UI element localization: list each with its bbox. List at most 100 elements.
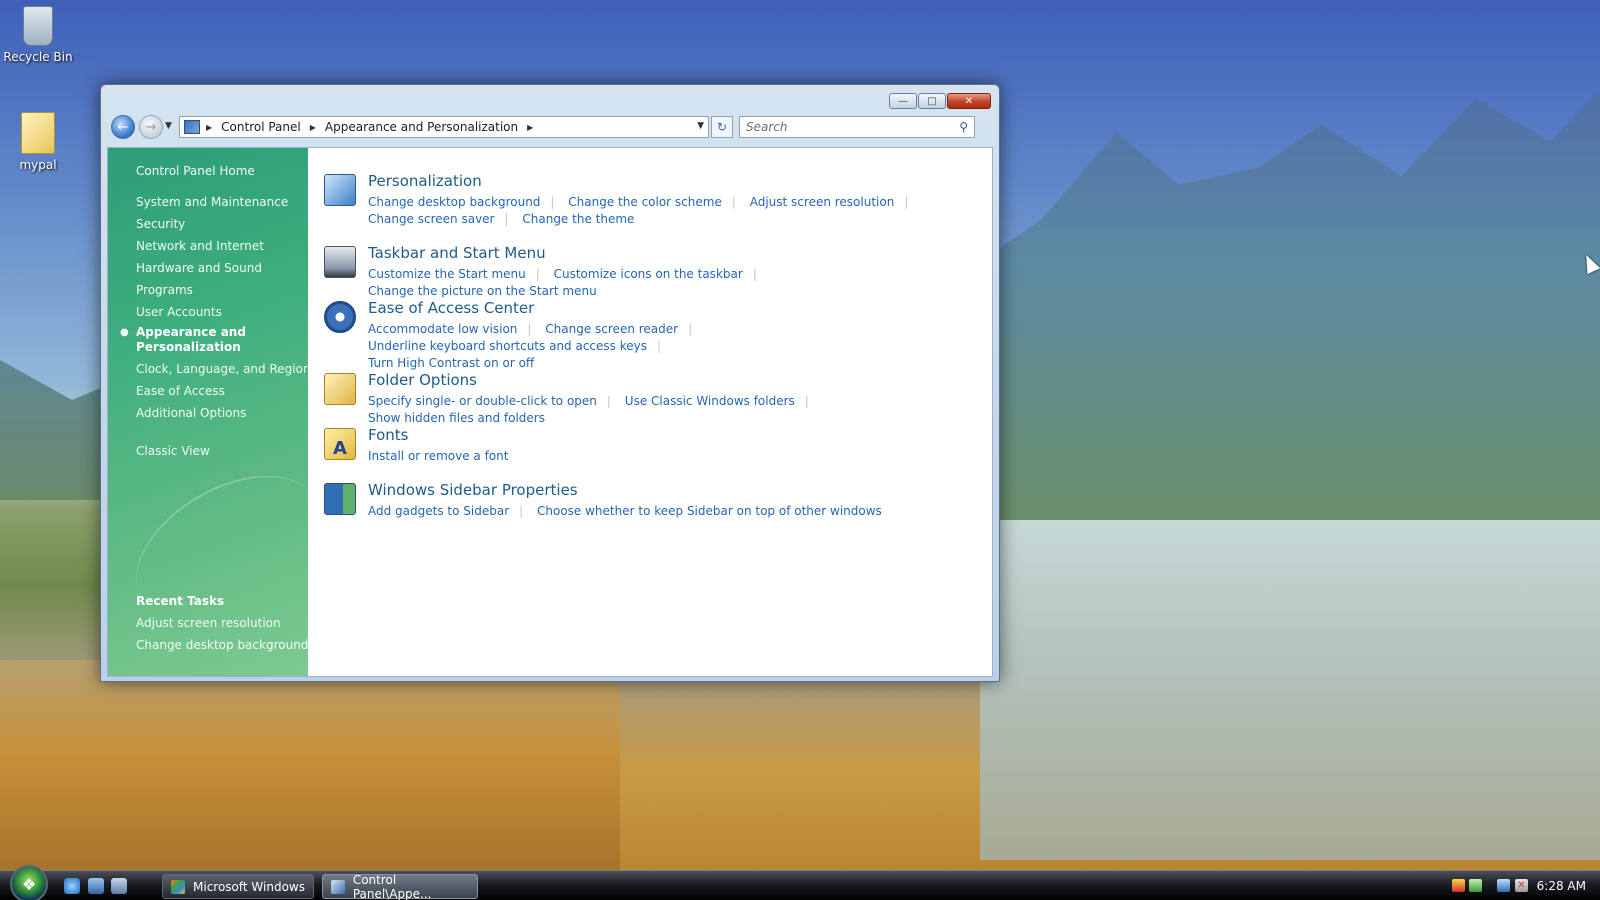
- category-title[interactable]: Windows Sidebar Properties: [368, 481, 578, 499]
- ease-of-access-icon[interactable]: [324, 301, 356, 333]
- search-icon[interactable]: ⚲: [959, 120, 968, 134]
- task-link[interactable]: Show hidden files and folders: [368, 411, 545, 425]
- close-button[interactable]: ✕: [947, 93, 991, 109]
- back-button[interactable]: ←: [111, 115, 135, 139]
- task-link[interactable]: Adjust screen resolution: [750, 195, 895, 209]
- task-link[interactable]: Use Classic Windows folders: [625, 394, 795, 408]
- search-input[interactable]: Search ⚲: [739, 116, 975, 138]
- control-panel-home-link[interactable]: Control Panel Home: [136, 164, 255, 178]
- show-desktop-icon[interactable]: [88, 878, 104, 894]
- maximize-button[interactable]: □: [918, 93, 946, 109]
- breadcrumb-control-panel[interactable]: Control Panel: [221, 120, 301, 134]
- recent-task-link[interactable]: Change desktop background: [136, 638, 308, 652]
- link-separator: |: [656, 339, 662, 353]
- task-link[interactable]: Underline keyboard shortcuts and access …: [368, 339, 647, 353]
- breadcrumb-separator-icon[interactable]: ▶: [527, 123, 533, 132]
- link-separator: |: [535, 267, 540, 281]
- sidebar-item-ease-of-access[interactable]: Ease of Access: [136, 384, 225, 398]
- sidebar-item-appearance[interactable]: Appearance and Personalization: [136, 325, 296, 355]
- current-item-bullet-icon: ●: [120, 327, 129, 338]
- task-link[interactable]: Add gadgets to Sidebar: [368, 504, 509, 518]
- folder-icon: [21, 112, 55, 154]
- category-links: Specify single- or double-click to open |…: [368, 393, 948, 427]
- security-shield-icon[interactable]: [1452, 879, 1465, 892]
- task-link[interactable]: Choose whether to keep Sidebar on top of…: [537, 504, 882, 518]
- mypal-desktop-icon[interactable]: mypal: [0, 110, 76, 172]
- control-panel-icon: [331, 879, 345, 894]
- recent-pages-dropdown[interactable]: ▼: [165, 121, 172, 131]
- address-dropdown-icon[interactable]: ▼: [697, 121, 704, 131]
- link-separator: |: [550, 195, 555, 209]
- start-button[interactable]: ❖: [10, 865, 48, 900]
- forward-button[interactable]: →: [139, 115, 163, 139]
- update-icon[interactable]: [1469, 879, 1482, 892]
- sidebar-properties-icon[interactable]: [324, 483, 356, 515]
- system-clock[interactable]: 6:28 AM: [1537, 879, 1586, 893]
- category-title[interactable]: Fonts: [368, 426, 408, 444]
- link-separator: |: [688, 322, 693, 336]
- category-title[interactable]: Personalization: [368, 172, 482, 190]
- taskbar-button-label: Microsoft Windows: [193, 879, 305, 894]
- task-link[interactable]: Change desktop background: [368, 195, 540, 209]
- sidebar-item-security[interactable]: Security: [136, 217, 185, 231]
- background-river: [980, 520, 1600, 860]
- classic-view-link[interactable]: Classic View: [136, 444, 210, 458]
- task-link[interactable]: Accommodate low vision: [368, 322, 517, 336]
- breadcrumb-appearance[interactable]: Appearance and Personalization: [325, 120, 518, 134]
- task-link[interactable]: Change the picture on the Start menu: [368, 284, 597, 298]
- sidebar-item-clock-language[interactable]: Clock, Language, and Region: [136, 362, 311, 376]
- link-separator: |: [527, 322, 532, 336]
- breadcrumb-separator-icon[interactable]: ▶: [310, 123, 316, 132]
- volume-muted-icon[interactable]: ✕: [1515, 879, 1528, 892]
- refresh-button[interactable]: ↻: [711, 116, 733, 138]
- control-panel-window: — □ ✕ ← → ▼ ▶ Control Panel ▶ Appearance…: [100, 84, 1000, 682]
- taskbar-icon[interactable]: [324, 246, 356, 278]
- taskbar-button-control-panel[interactable]: Control Panel\Appe...: [322, 873, 478, 900]
- recent-tasks-heading: Recent Tasks: [136, 594, 225, 608]
- switch-windows-icon[interactable]: [111, 878, 127, 894]
- recycle-bin-icon: [23, 6, 53, 46]
- task-link[interactable]: Customize icons on the taskbar: [554, 267, 743, 281]
- sidebar-item-programs[interactable]: Programs: [136, 283, 193, 297]
- sidebar-item-system-maintenance[interactable]: System and Maintenance: [136, 195, 288, 209]
- task-link[interactable]: Change screen reader: [545, 322, 678, 336]
- task-pane: Control Panel Home System and Maintenanc…: [108, 148, 345, 676]
- link-separator: |: [904, 195, 909, 209]
- folder-options-icon[interactable]: [324, 373, 356, 405]
- network-icon[interactable]: [1497, 879, 1510, 892]
- link-separator: |: [804, 394, 809, 408]
- task-link[interactable]: Change the color scheme: [568, 195, 722, 209]
- category-title[interactable]: Ease of Access Center: [368, 299, 534, 317]
- desktop-icon-label: mypal: [19, 158, 57, 172]
- link-separator: |: [731, 195, 736, 209]
- personalization-icon[interactable]: [324, 174, 356, 206]
- category-title[interactable]: Folder Options: [368, 371, 477, 389]
- task-link[interactable]: Change screen saver: [368, 212, 495, 226]
- background-mountains: [980, 90, 1600, 520]
- task-link[interactable]: Customize the Start menu: [368, 267, 526, 281]
- task-link[interactable]: Specify single- or double-click to open: [368, 394, 597, 408]
- sidebar-item-user-accounts[interactable]: User Accounts: [136, 305, 222, 319]
- sidebar-item-hardware-sound[interactable]: Hardware and Sound: [136, 261, 262, 275]
- category-list: Personalization Change desktop backgroun…: [308, 148, 992, 676]
- link-separator: |: [504, 212, 509, 226]
- address-bar[interactable]: ▶ Control Panel ▶ Appearance and Persona…: [179, 116, 709, 138]
- control-panel-icon: [184, 120, 200, 134]
- fonts-icon[interactable]: A: [324, 428, 356, 460]
- sidebar-item-additional-options[interactable]: Additional Options: [136, 406, 246, 420]
- background-field: [0, 660, 620, 870]
- category-title[interactable]: Taskbar and Start Menu: [368, 244, 546, 262]
- internet-explorer-icon[interactable]: [64, 878, 80, 894]
- sidebar-item-network[interactable]: Network and Internet: [136, 239, 264, 253]
- recent-task-link[interactable]: Adjust screen resolution: [136, 616, 281, 630]
- recycle-bin-desktop-icon[interactable]: Recycle Bin: [0, 4, 76, 64]
- taskbar-button-microsoft-windows[interactable]: Microsoft Windows: [162, 874, 314, 899]
- breadcrumb-separator-icon[interactable]: ▶: [206, 123, 212, 132]
- task-link[interactable]: Change the theme: [522, 212, 634, 226]
- category-links: Change desktop background | Change the co…: [368, 194, 948, 228]
- search-placeholder: Search: [746, 120, 788, 134]
- link-separator: |: [519, 504, 524, 518]
- task-link[interactable]: Install or remove a font: [368, 449, 508, 463]
- task-link[interactable]: Turn High Contrast on or off: [368, 356, 534, 370]
- minimize-button[interactable]: —: [889, 93, 917, 109]
